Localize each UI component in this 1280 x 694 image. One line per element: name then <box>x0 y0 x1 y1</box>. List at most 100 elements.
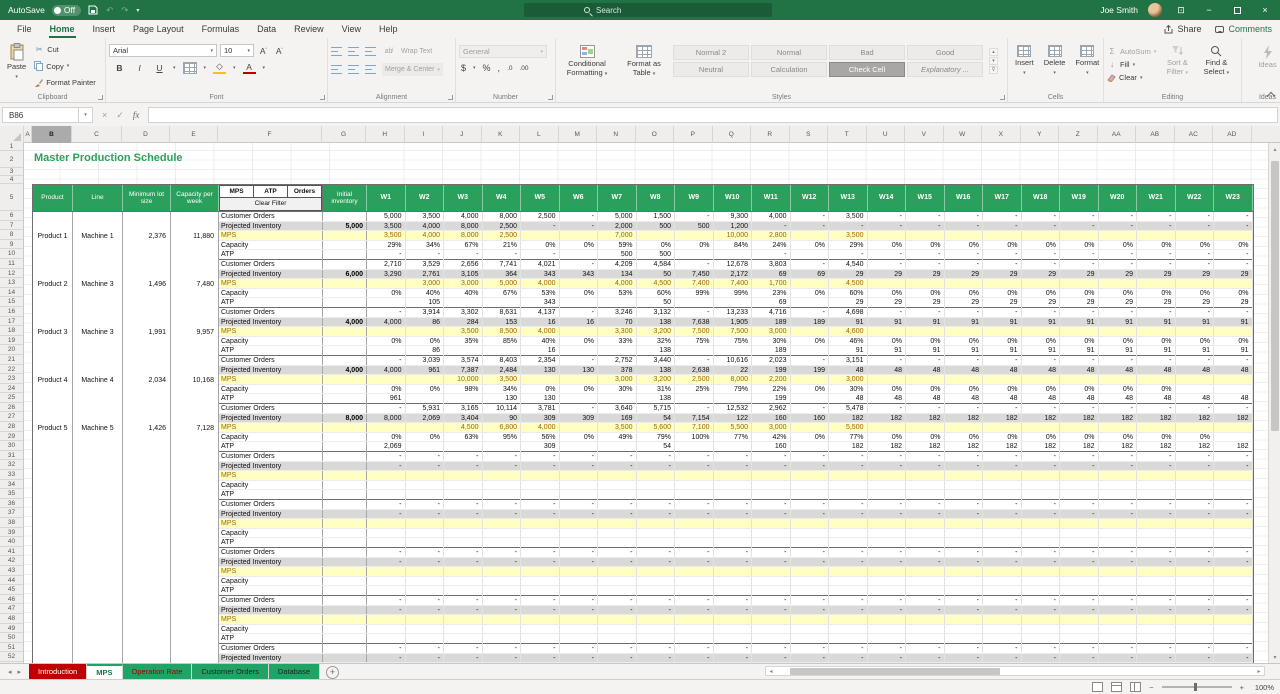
grid-cell[interactable] <box>829 471 868 480</box>
grid-cell[interactable]: - <box>1137 500 1176 509</box>
grid-cell[interactable]: 0% <box>983 337 1022 346</box>
grid-cell[interactable]: 33% <box>598 337 637 346</box>
grid-cell[interactable]: 48 <box>868 366 907 375</box>
grid-cell[interactable] <box>752 634 791 644</box>
grid-cell[interactable] <box>1060 231 1099 240</box>
grid-cell[interactable]: - <box>791 654 830 663</box>
grid-cell[interactable] <box>1060 529 1099 538</box>
grid-cell[interactable] <box>791 298 830 308</box>
grid-cell[interactable]: 182 <box>1214 414 1253 423</box>
row-label-atp[interactable]: ATP <box>219 634 323 644</box>
grid-cell[interactable]: 48 <box>1022 394 1061 404</box>
grid-cell[interactable]: 7,000 <box>598 231 637 240</box>
grid-cell[interactable] <box>1176 625 1215 634</box>
avatar[interactable] <box>1148 3 1162 17</box>
grid-cell[interactable] <box>1022 519 1061 528</box>
grid-cell[interactable] <box>1022 423 1061 432</box>
row-label-co[interactable]: Customer Orders <box>219 500 323 509</box>
grid-cell[interactable] <box>367 375 406 384</box>
autosave-toggle[interactable]: Off <box>52 5 81 16</box>
grid-cell[interactable]: 182 <box>1099 442 1138 452</box>
grid-cell[interactable] <box>637 529 676 538</box>
grid-cell[interactable] <box>1099 577 1138 586</box>
grid-cell[interactable]: 0% <box>1176 241 1215 250</box>
save-icon[interactable] <box>88 5 98 15</box>
grid-cell[interactable] <box>906 519 945 528</box>
grid-cell[interactable]: 182 <box>868 442 907 452</box>
grid-cell[interactable]: - <box>483 596 522 605</box>
grid-cell[interactable]: - <box>791 356 830 365</box>
grid-cell[interactable]: 2,710 <box>367 260 406 269</box>
grid-cell[interactable]: - <box>868 654 907 663</box>
grid-cell[interactable] <box>1060 490 1099 500</box>
name-box[interactable]: B86 <box>2 107 79 123</box>
product-name-cell[interactable] <box>33 500 73 548</box>
column-header-ac[interactable]: AC <box>1175 126 1214 143</box>
grid-cell[interactable]: 48 <box>1137 394 1176 404</box>
grid-cell[interactable]: - <box>1176 654 1215 663</box>
cell-style-calculation[interactable]: Calculation <box>751 62 827 77</box>
initial-inventory-cell[interactable] <box>323 529 367 538</box>
grid-cell[interactable]: - <box>906 462 945 471</box>
grid-cell[interactable] <box>444 490 483 500</box>
grid-cell[interactable]: - <box>560 404 599 413</box>
grid-cell[interactable] <box>906 490 945 500</box>
grid-cell[interactable] <box>444 529 483 538</box>
grid-cell[interactable] <box>1137 231 1176 240</box>
row-header-20[interactable]: 20 <box>0 345 23 355</box>
grid-cell[interactable] <box>1137 519 1176 528</box>
grid-cell[interactable]: - <box>521 452 560 461</box>
product-min-lot-cell[interactable] <box>123 596 171 644</box>
grid-cell[interactable] <box>1137 586 1176 596</box>
grid-cell[interactable]: 2,354 <box>521 356 560 365</box>
grid-cell[interactable]: - <box>868 462 907 471</box>
grid-cell[interactable] <box>1022 375 1061 384</box>
grid-cell[interactable]: 0% <box>906 433 945 442</box>
header-product[interactable]: Product <box>33 185 73 211</box>
styles-more-icon[interactable]: ⊽ <box>989 66 998 74</box>
grid-cell[interactable]: 4,000 <box>406 231 445 240</box>
grid-cell[interactable] <box>560 577 599 586</box>
grid-cell[interactable]: 50 <box>637 270 676 279</box>
grid-cell[interactable]: 182 <box>1060 442 1099 452</box>
grid-cell[interactable]: - <box>791 510 830 519</box>
product-capacity-per-week-cell[interactable] <box>171 644 219 663</box>
grid-cell[interactable] <box>675 298 714 308</box>
grid-cell[interactable]: 29 <box>868 270 907 279</box>
grid-cell[interactable] <box>406 538 445 548</box>
grid-cell[interactable]: 8,000 <box>444 222 483 231</box>
grid-cell[interactable]: - <box>868 510 907 519</box>
grid-cell[interactable]: 4,209 <box>598 260 637 269</box>
row-header-9[interactable]: 9 <box>0 240 23 250</box>
grid-cell[interactable] <box>1060 279 1099 288</box>
row-header-17[interactable]: 17 <box>0 317 23 327</box>
grid-cell[interactable]: - <box>791 462 830 471</box>
grid-cell[interactable]: 29 <box>1099 270 1138 279</box>
font-dialog-launcher-icon[interactable] <box>320 95 325 100</box>
header-week-w11[interactable]: W11 <box>752 185 791 211</box>
grid-cell[interactable]: - <box>637 452 676 461</box>
grid-cell[interactable] <box>483 298 522 308</box>
grid-cell[interactable]: - <box>444 548 483 557</box>
grid-cell[interactable]: - <box>1060 308 1099 317</box>
grid-cell[interactable]: - <box>675 404 714 413</box>
grid-cell[interactable]: 182 <box>1022 414 1061 423</box>
grid-cell[interactable]: 69 <box>752 298 791 308</box>
grid-cell[interactable] <box>1176 423 1215 432</box>
grid-cell[interactable] <box>406 471 445 480</box>
header-week-w9[interactable]: W9 <box>675 185 714 211</box>
grid-cell[interactable]: - <box>983 308 1022 317</box>
zoom-out-icon[interactable]: − <box>1149 683 1153 692</box>
grid-cell[interactable]: 48 <box>1060 366 1099 375</box>
row-header-25[interactable]: 25 <box>0 393 23 403</box>
grid-cell[interactable]: - <box>675 212 714 221</box>
grid-cell[interactable]: 40% <box>406 289 445 298</box>
grid-cell[interactable]: - <box>868 212 907 221</box>
grid-cell[interactable] <box>367 519 406 528</box>
grid-cell[interactable] <box>444 346 483 356</box>
grid-cell[interactable] <box>752 519 791 528</box>
grid-cell[interactable]: - <box>560 462 599 471</box>
grid-cell[interactable]: 67% <box>444 241 483 250</box>
grid-cell[interactable]: - <box>675 510 714 519</box>
grid-cell[interactable]: 182 <box>1022 442 1061 452</box>
